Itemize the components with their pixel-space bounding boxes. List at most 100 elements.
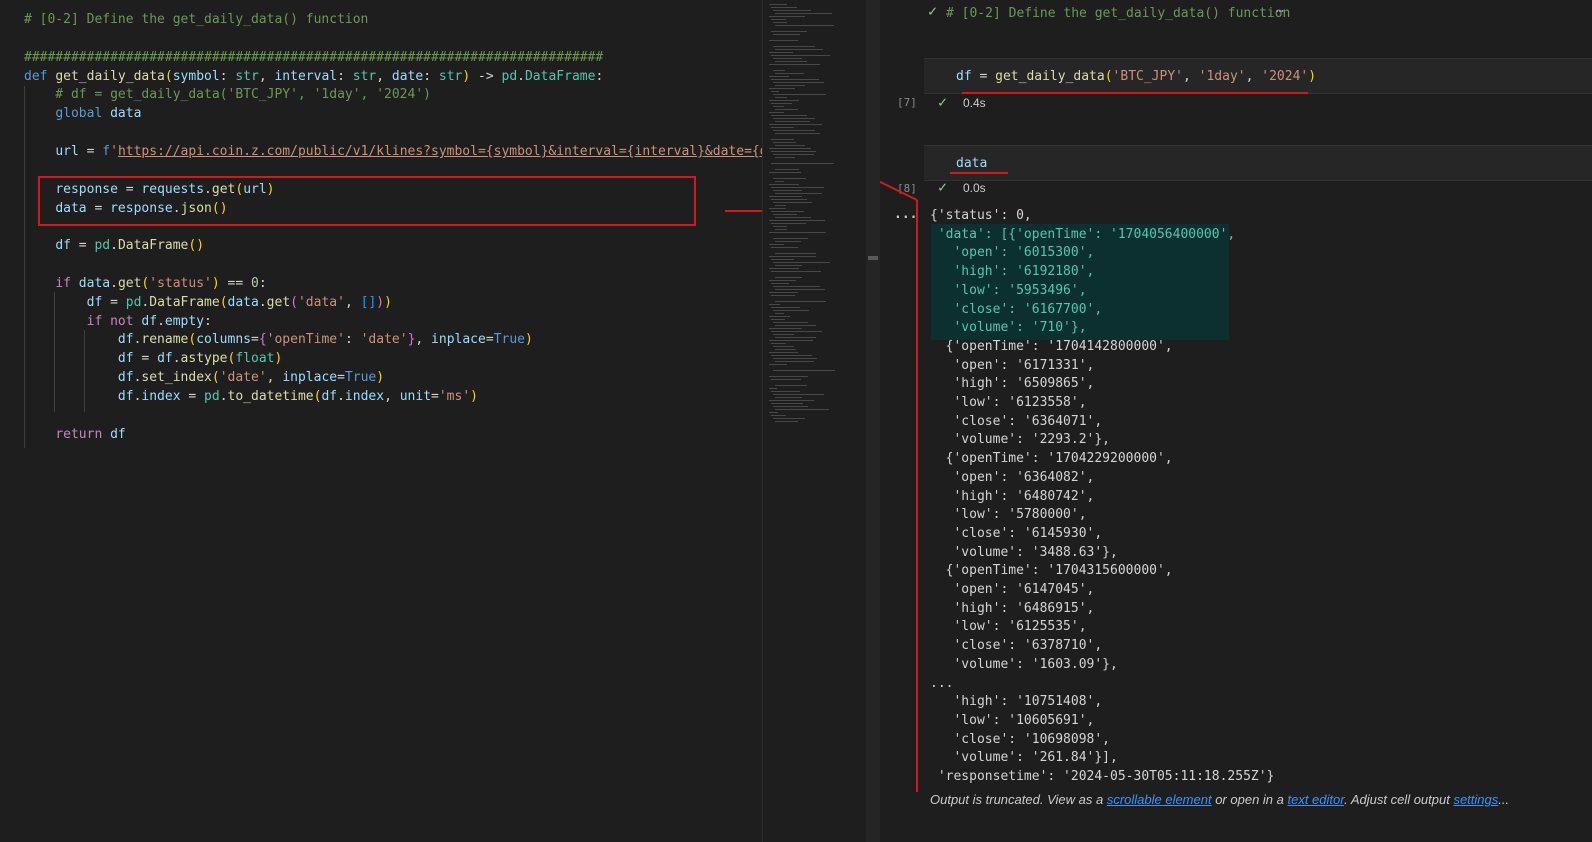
settings-link[interactable]: settings	[1453, 792, 1498, 807]
code-line[interactable]: if not df.empty:	[24, 312, 212, 331]
minimap-line	[775, 265, 802, 266]
minimap-line	[771, 55, 830, 56]
minimap-line	[769, 244, 784, 245]
output-line: 'high': '6486915',	[930, 600, 1095, 616]
minimap-line	[771, 115, 807, 116]
collapsed-cell-header[interactable]: # [0-2] Define the get_daily_data() func…	[946, 4, 1290, 23]
minimap-line	[769, 352, 798, 353]
code-cell-1[interactable]: df = get_daily_data('BTC_JPY', '1day', '…	[924, 58, 1592, 94]
minimap-line	[769, 100, 799, 101]
minimap-line	[773, 202, 812, 203]
minimap-line	[769, 400, 814, 401]
minimap-line	[771, 163, 834, 164]
minimap-line	[773, 286, 820, 287]
minimap-line	[775, 361, 814, 362]
minimap-line	[769, 292, 798, 293]
code-line[interactable]: df = df.astype(float)	[24, 349, 282, 368]
minimap-line	[769, 412, 778, 413]
code-line[interactable]: # df = get_daily_data('BTC_JPY', '1day',…	[24, 85, 431, 104]
minimap-line	[769, 112, 784, 113]
minimap-line	[775, 241, 801, 242]
minimap[interactable]	[762, 0, 867, 842]
minimap-line	[769, 304, 780, 305]
minimap-line	[773, 58, 802, 59]
code-line[interactable]: return df	[24, 425, 125, 444]
minimap-line	[771, 223, 806, 224]
annotation-highlight-box	[38, 176, 696, 226]
code-line[interactable]: df.rename(columns={'openTime': 'date'}, …	[24, 330, 533, 349]
code-editor[interactable]: # [0-2] Define the get_daily_data() func…	[0, 0, 762, 842]
minimap-line	[773, 22, 787, 23]
minimap-line	[769, 196, 802, 197]
minimap-line	[769, 256, 816, 257]
minimap-line	[773, 94, 826, 95]
minimap-line	[771, 331, 822, 332]
output-truncated-note: Output is truncated. View as a scrollabl…	[930, 792, 1509, 807]
output-line: ...	[930, 675, 954, 691]
minimap-line	[773, 334, 794, 335]
code-line[interactable]: df.set_index('date', inplace=True)	[24, 368, 384, 387]
minimap-line	[769, 220, 825, 221]
output-line: 'low': '6123558',	[930, 395, 1087, 410]
minimap-line	[771, 379, 801, 380]
minimap-line	[773, 346, 794, 347]
minimap-line	[773, 226, 787, 227]
code-line[interactable]: if data.get('status') == 0:	[24, 274, 266, 293]
output-line: 'responsetime': '2024-05-30T05:11:18.255…	[930, 769, 1275, 784]
scrollbar-thumb[interactable]	[868, 256, 878, 260]
minimap-line	[769, 4, 787, 5]
minimap-line	[771, 307, 800, 308]
minimap-line	[775, 337, 816, 338]
truncate-mid: or open in a	[1211, 792, 1288, 807]
minimap-line	[773, 118, 815, 119]
more-icon[interactable]: ⋯	[1276, 4, 1284, 19]
output-line: 'low': '10605691',	[930, 712, 1095, 728]
notebook-panel[interactable]: ✓ # [0-2] Define the get_daily_data() fu…	[880, 0, 1592, 842]
editor-scrollbar[interactable]	[866, 0, 880, 842]
code-cell-2[interactable]: data	[924, 145, 1592, 181]
minimap-line	[773, 214, 797, 215]
output-line: 'volume': '261.84'}],	[930, 750, 1118, 766]
minimap-line	[769, 52, 793, 53]
minimap-line	[769, 88, 795, 89]
minimap-line	[769, 148, 811, 149]
code-line[interactable]: url = f'https://api.coin.z.com/public/v1…	[24, 142, 762, 161]
truncate-prefix: Output is truncated. View as a	[930, 792, 1107, 807]
output-line: 'close': '6145930',	[930, 525, 1103, 541]
minimap-line	[773, 130, 815, 131]
minimap-line	[769, 316, 790, 317]
minimap-line	[773, 82, 824, 83]
annotation-connector	[880, 180, 918, 201]
minimap-line	[771, 31, 807, 32]
minimap-line	[769, 232, 826, 233]
output-line: 'high': '6509865',	[930, 376, 1095, 392]
code-line[interactable]: df = pd.DataFrame(data.get('data', []))	[24, 293, 392, 312]
minimap-line	[775, 409, 829, 410]
code-line[interactable]: df = pd.DataFrame()	[24, 236, 204, 255]
code-line[interactable]: global data	[24, 104, 141, 123]
text-editor-link[interactable]: text editor	[1287, 792, 1344, 807]
annotation-arrow-line	[725, 210, 762, 212]
minimap-line	[771, 415, 786, 416]
minimap-line	[775, 313, 784, 314]
code-line[interactable]: ########################################…	[24, 48, 603, 67]
minimap-line	[771, 343, 786, 344]
minimap-line	[775, 145, 805, 146]
minimap-line	[769, 208, 786, 209]
minimap-line	[771, 247, 798, 248]
output-more-button[interactable]: ...	[894, 207, 917, 222]
code-line[interactable]: def get_daily_data(symbol: str, interval…	[24, 67, 603, 86]
output-line: 'volume': '2293.2'},	[930, 432, 1111, 448]
scrollable-element-link[interactable]: scrollable element	[1107, 792, 1212, 807]
output-line: 'open': '6171331',	[930, 357, 1095, 373]
minimap-line	[771, 271, 821, 272]
output-line: 'low': '6125535',	[930, 619, 1087, 635]
code-line[interactable]: df.index = pd.to_datetime(df.index, unit…	[24, 387, 478, 406]
minimap-line	[775, 349, 796, 350]
minimap-line	[771, 319, 785, 320]
cell-1-code[interactable]: df = get_daily_data('BTC_JPY', '1day', '…	[956, 67, 1316, 86]
execution-count: [7]	[897, 96, 917, 109]
cell-2-code[interactable]: data	[956, 154, 987, 173]
code-line[interactable]: # [0-2] Define the get_daily_data() func…	[24, 10, 368, 29]
output-line: 'close': '6364071',	[930, 413, 1103, 429]
